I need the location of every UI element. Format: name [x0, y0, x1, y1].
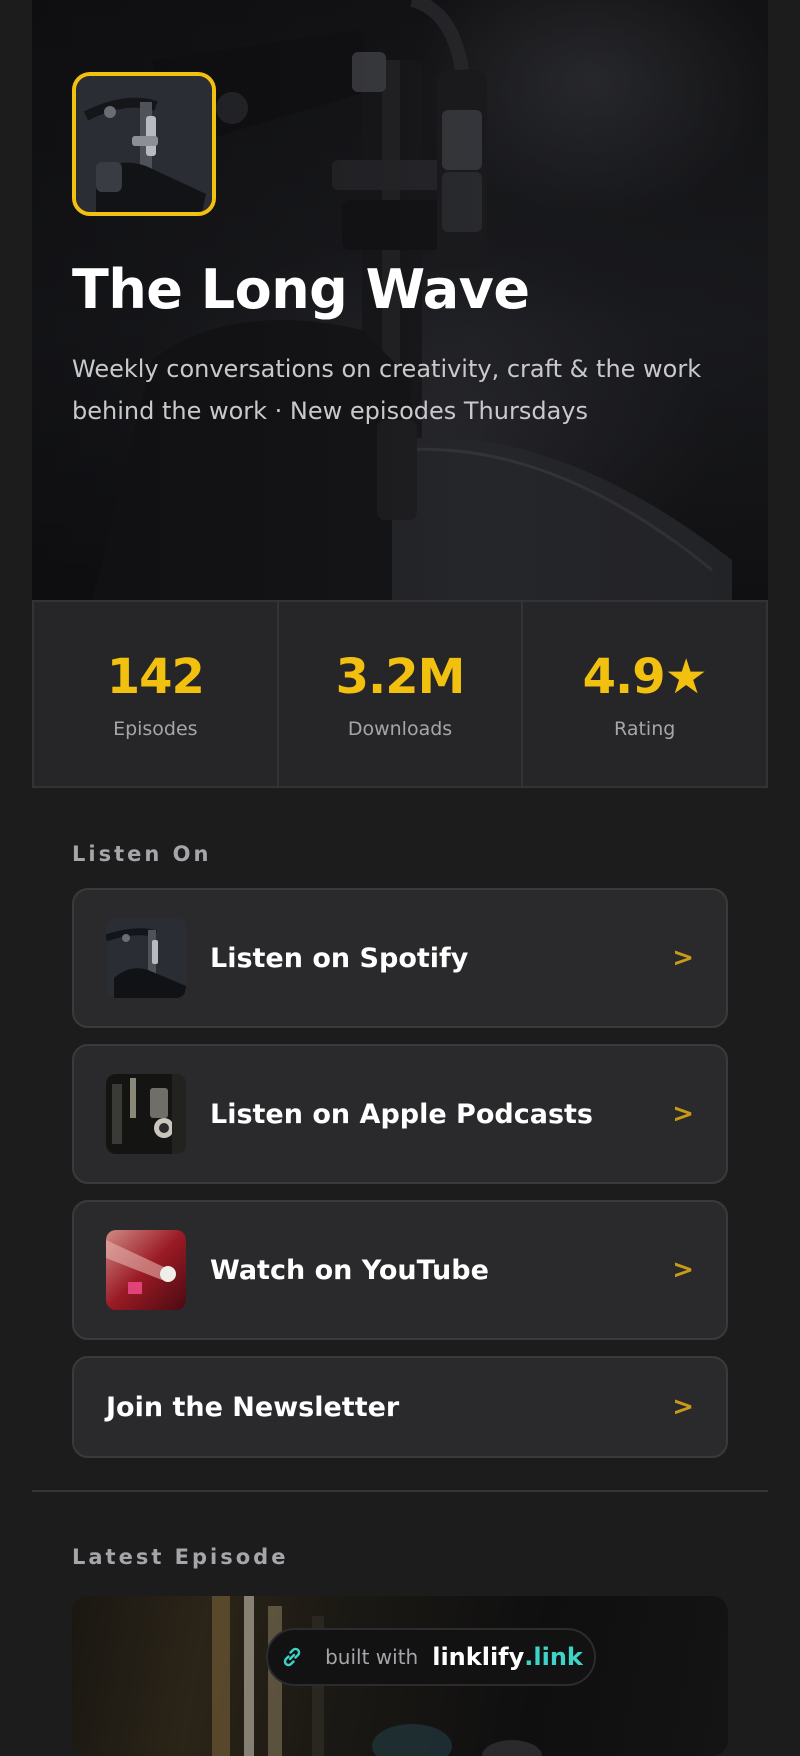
podcast-avatar: [72, 72, 216, 216]
apple-podcasts-link-label: Listen on Apple Podcasts: [210, 1098, 593, 1130]
youtube-link-label: Watch on YouTube: [210, 1254, 489, 1286]
apple-podcasts-thumb: [106, 1074, 186, 1154]
chevron-right-icon: >: [672, 1099, 694, 1129]
link-icon: [283, 1647, 301, 1667]
page: The Long Wave Weekly conversations on cr…: [32, 0, 769, 1756]
podcast-subtitle: Weekly conversations on creativity, craf…: [72, 355, 702, 425]
stat-value: 4.9★: [582, 649, 708, 705]
stat-value: 142: [106, 649, 205, 705]
stat-rating: 4.9★ Rating: [523, 600, 769, 788]
badge-prefix: built with: [325, 1645, 419, 1669]
chevron-right-icon: >: [672, 1392, 694, 1422]
microphone-icon: [76, 76, 212, 212]
chevron-right-icon: >: [672, 1255, 694, 1285]
newsletter-link-label: Join the Newsletter: [106, 1391, 400, 1423]
spotify-link-label: Listen on Spotify: [210, 942, 469, 974]
badge-tld: .link: [524, 1643, 583, 1671]
youtube-thumb: [106, 1230, 186, 1310]
spotify-link-button[interactable]: Listen on Spotify >: [72, 888, 728, 1028]
stat-label: Episodes: [113, 718, 198, 740]
podcast-title: The Long Wave: [72, 258, 530, 321]
stats-row: 142 Episodes 3.2M Downloads 4.9★ Rating: [32, 600, 769, 788]
stat-label: Rating: [614, 718, 676, 740]
section-divider: [32, 1490, 768, 1492]
apple-podcasts-link-button[interactable]: Listen on Apple Podcasts >: [72, 1044, 728, 1184]
latest-episode-heading: Latest Episode: [72, 1545, 289, 1569]
newsletter-link-button[interactable]: Join the Newsletter >: [72, 1356, 728, 1458]
listen-on-heading: Listen On: [72, 842, 212, 866]
youtube-link-button[interactable]: Watch on YouTube >: [72, 1200, 728, 1340]
built-with-badge[interactable]: built with linklify .link: [266, 1628, 596, 1686]
badge-brand: linklify: [432, 1643, 525, 1671]
stat-label: Downloads: [347, 718, 453, 740]
chevron-right-icon: >: [672, 943, 694, 973]
stat-downloads: 3.2M Downloads: [278, 600, 524, 788]
spotify-thumb: [106, 918, 186, 998]
stat-value: 3.2M: [335, 649, 466, 705]
stat-episodes: 142 Episodes: [32, 600, 279, 788]
listen-links: Listen on Spotify > Listen on Apple Podc…: [72, 888, 728, 1474]
hero-section: The Long Wave Weekly conversations on cr…: [32, 0, 768, 600]
